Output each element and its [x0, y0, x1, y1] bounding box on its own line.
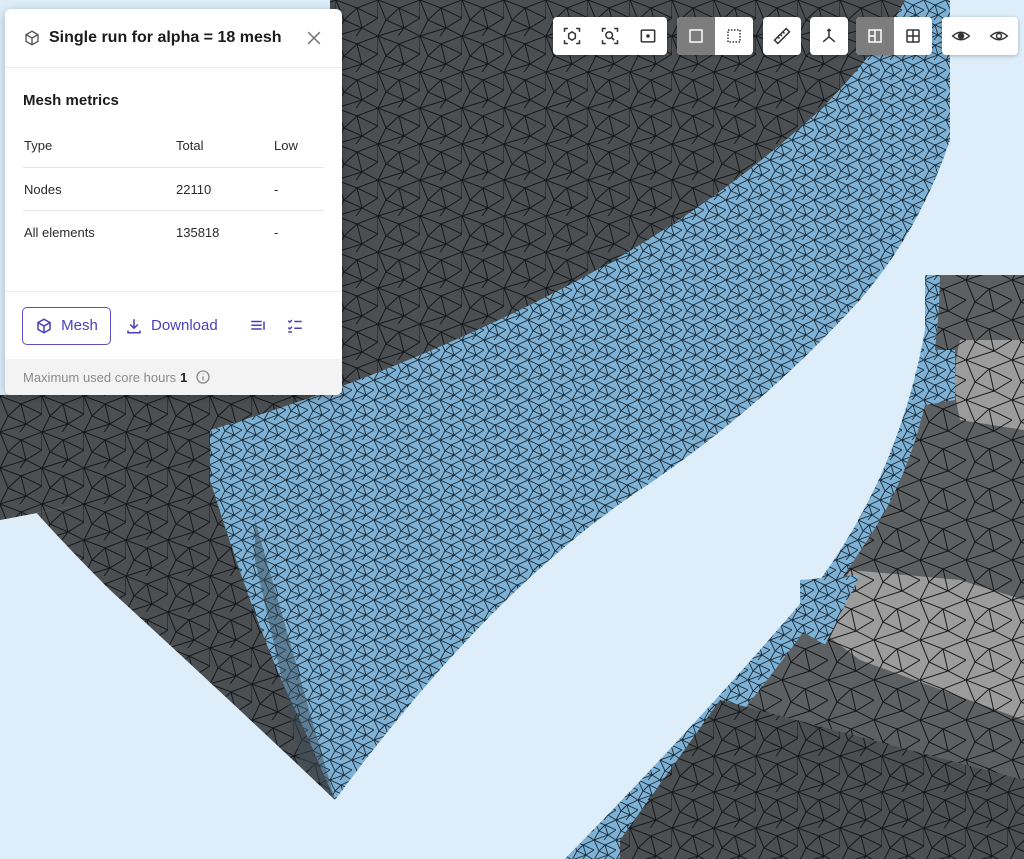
focus-selection-button[interactable] [629, 17, 667, 55]
focus-selection-icon [640, 29, 656, 43]
info-icon[interactable] [195, 369, 211, 385]
cube-icon [37, 317, 51, 334]
panel-title: Single run for alpha = 18 mesh [49, 29, 282, 46]
cell-total: 22110 [175, 167, 273, 211]
cell-type: Nodes [23, 167, 175, 211]
column-header-low: Low [273, 112, 324, 168]
fit-view-button[interactable] [553, 17, 591, 55]
panel-header: Single run for alpha = 18 mesh [5, 9, 342, 68]
column-header-total: Total [175, 112, 273, 168]
dotted-outline-icon [727, 29, 741, 43]
light-gray-region-1 [955, 340, 1024, 430]
toolbar-measure-group [763, 17, 801, 55]
grid-view-button[interactable] [894, 17, 932, 55]
download-icon [127, 318, 141, 333]
axes-icon [822, 28, 836, 43]
ruler-button[interactable] [763, 17, 801, 55]
toolbar-section-group [856, 17, 932, 55]
ruler-icon [773, 27, 791, 45]
download-button-label: Download [151, 317, 218, 334]
table-row: Nodes 22110 - [23, 167, 324, 211]
outline-view-button[interactable] [715, 17, 753, 55]
hide-button[interactable] [942, 17, 980, 55]
toolbar-visibility-group [942, 17, 1018, 55]
cube-icon [25, 30, 39, 46]
mesh-button[interactable]: Mesh [22, 306, 111, 345]
section-title: Mesh metrics [23, 92, 119, 109]
checklist-button[interactable] [283, 314, 307, 338]
cell-type: All elements [24, 224, 95, 240]
download-button[interactable]: Download [125, 307, 218, 345]
cell-low: - [273, 167, 324, 211]
toolbar-view-group [553, 17, 667, 55]
panel-actions: Mesh Download [5, 291, 342, 359]
cell-total: 135818 [176, 224, 220, 240]
list-view-button[interactable] [246, 314, 270, 338]
checklist-icon [287, 318, 302, 333]
blue-notch-1 [925, 350, 955, 405]
cell-low: - [274, 224, 279, 240]
run-info-panel: Single run for alpha = 18 mesh Mesh metr… [5, 9, 342, 395]
column-header-type: Type [23, 112, 175, 168]
table-header-row: Type Total Low [23, 112, 324, 168]
section-view-icon [868, 29, 882, 43]
core-hours-label: Maximum used core hours [23, 369, 177, 385]
toolbar-axes-group [810, 17, 848, 55]
zoom-to-fit-icon [601, 27, 619, 45]
close-icon[interactable] [304, 28, 324, 48]
hide-eye-icon [951, 31, 971, 41]
show-eye-icon [989, 31, 1009, 41]
core-hours-value: 1 [180, 369, 188, 385]
panel-footer: Maximum used core hours 1 [5, 359, 342, 395]
list-icon [250, 320, 265, 330]
solid-view-button[interactable] [677, 17, 715, 55]
metrics-table: Type Total Low Nodes 22110 - All element… [23, 112, 324, 253]
mesh-button-label: Mesh [61, 317, 98, 334]
fit-view-icon [563, 27, 581, 45]
grid-view-icon [906, 29, 920, 43]
solid-view-icon [689, 29, 703, 43]
show-button[interactable] [980, 17, 1018, 55]
zoom-to-fit-button[interactable] [591, 17, 629, 55]
toolbar-display-group [677, 17, 753, 55]
table-row: All elements 135818 - [23, 211, 324, 254]
axes-button[interactable] [810, 17, 848, 55]
section-view-button[interactable] [856, 17, 894, 55]
